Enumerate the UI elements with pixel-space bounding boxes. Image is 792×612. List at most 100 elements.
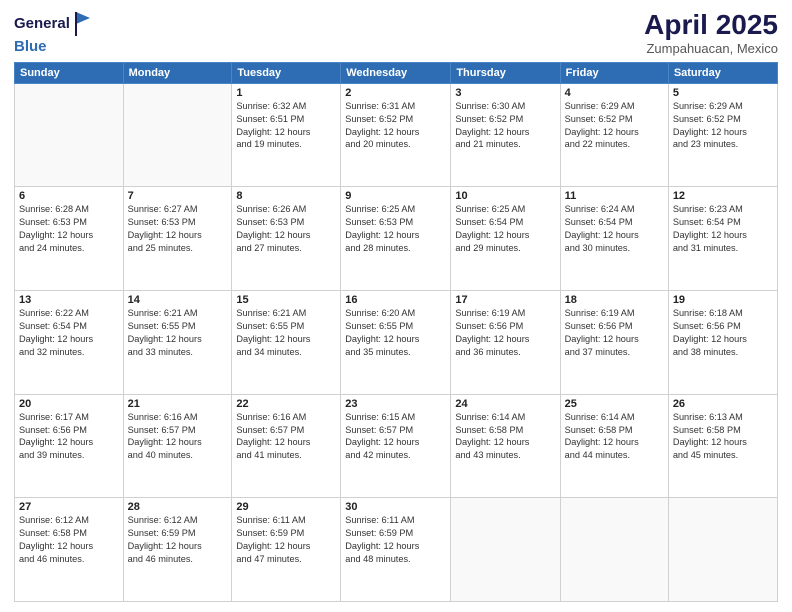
calendar-cell: 16Sunrise: 6:20 AMSunset: 6:55 PMDayligh… [341,291,451,395]
day-info: Sunrise: 6:19 AMSunset: 6:56 PMDaylight:… [455,307,555,359]
day-info: Sunrise: 6:28 AMSunset: 6:53 PMDaylight:… [19,203,119,255]
calendar-cell: 25Sunrise: 6:14 AMSunset: 6:58 PMDayligh… [560,394,668,498]
day-info: Sunrise: 6:14 AMSunset: 6:58 PMDaylight:… [455,411,555,463]
day-info: Sunrise: 6:19 AMSunset: 6:56 PMDaylight:… [565,307,664,359]
week-row-3: 20Sunrise: 6:17 AMSunset: 6:56 PMDayligh… [15,394,778,498]
week-row-1: 6Sunrise: 6:28 AMSunset: 6:53 PMDaylight… [15,187,778,291]
day-info: Sunrise: 6:21 AMSunset: 6:55 PMDaylight:… [128,307,228,359]
calendar-cell: 6Sunrise: 6:28 AMSunset: 6:53 PMDaylight… [15,187,124,291]
calendar-cell: 2Sunrise: 6:31 AMSunset: 6:52 PMDaylight… [341,83,451,187]
calendar-cell: 8Sunrise: 6:26 AMSunset: 6:53 PMDaylight… [232,187,341,291]
calendar-cell [451,498,560,602]
day-header-friday: Friday [560,62,668,83]
day-info: Sunrise: 6:11 AMSunset: 6:59 PMDaylight:… [345,514,446,566]
day-number: 12 [673,190,773,202]
day-header-wednesday: Wednesday [341,62,451,83]
title-area: April 2025 Zumpahuacan, Mexico [644,10,778,56]
day-number: 14 [128,294,228,306]
day-number: 23 [345,398,446,410]
week-row-4: 27Sunrise: 6:12 AMSunset: 6:58 PMDayligh… [15,498,778,602]
day-info: Sunrise: 6:16 AMSunset: 6:57 PMDaylight:… [128,411,228,463]
calendar-cell: 24Sunrise: 6:14 AMSunset: 6:58 PMDayligh… [451,394,560,498]
calendar-cell: 11Sunrise: 6:24 AMSunset: 6:54 PMDayligh… [560,187,668,291]
day-info: Sunrise: 6:14 AMSunset: 6:58 PMDaylight:… [565,411,664,463]
calendar-cell: 26Sunrise: 6:13 AMSunset: 6:58 PMDayligh… [668,394,777,498]
calendar-cell: 10Sunrise: 6:25 AMSunset: 6:54 PMDayligh… [451,187,560,291]
day-number: 7 [128,190,228,202]
week-row-2: 13Sunrise: 6:22 AMSunset: 6:54 PMDayligh… [15,291,778,395]
calendar-header-row: SundayMondayTuesdayWednesdayThursdayFrid… [15,62,778,83]
calendar-cell: 20Sunrise: 6:17 AMSunset: 6:56 PMDayligh… [15,394,124,498]
day-info: Sunrise: 6:13 AMSunset: 6:58 PMDaylight:… [673,411,773,463]
calendar-cell: 1Sunrise: 6:32 AMSunset: 6:51 PMDaylight… [232,83,341,187]
calendar-cell: 12Sunrise: 6:23 AMSunset: 6:54 PMDayligh… [668,187,777,291]
day-number: 22 [236,398,336,410]
day-info: Sunrise: 6:27 AMSunset: 6:53 PMDaylight:… [128,203,228,255]
calendar-cell [15,83,124,187]
calendar-cell: 4Sunrise: 6:29 AMSunset: 6:52 PMDaylight… [560,83,668,187]
day-number: 21 [128,398,228,410]
logo-blue: Blue [14,38,47,55]
calendar-cell: 28Sunrise: 6:12 AMSunset: 6:59 PMDayligh… [123,498,232,602]
calendar-cell: 18Sunrise: 6:19 AMSunset: 6:56 PMDayligh… [560,291,668,395]
day-info: Sunrise: 6:29 AMSunset: 6:52 PMDaylight:… [673,100,773,152]
day-number: 6 [19,190,119,202]
day-info: Sunrise: 6:26 AMSunset: 6:53 PMDaylight:… [236,203,336,255]
calendar-table: SundayMondayTuesdayWednesdayThursdayFrid… [14,62,778,602]
calendar-cell: 30Sunrise: 6:11 AMSunset: 6:59 PMDayligh… [341,498,451,602]
calendar-cell: 5Sunrise: 6:29 AMSunset: 6:52 PMDaylight… [668,83,777,187]
day-number: 15 [236,294,336,306]
calendar-cell: 27Sunrise: 6:12 AMSunset: 6:58 PMDayligh… [15,498,124,602]
day-number: 30 [345,501,446,513]
calendar-cell: 13Sunrise: 6:22 AMSunset: 6:54 PMDayligh… [15,291,124,395]
day-info: Sunrise: 6:16 AMSunset: 6:57 PMDaylight:… [236,411,336,463]
logo-flag-icon [72,10,92,38]
calendar-cell [560,498,668,602]
day-info: Sunrise: 6:15 AMSunset: 6:57 PMDaylight:… [345,411,446,463]
day-number: 28 [128,501,228,513]
calendar-cell: 14Sunrise: 6:21 AMSunset: 6:55 PMDayligh… [123,291,232,395]
calendar-cell: 17Sunrise: 6:19 AMSunset: 6:56 PMDayligh… [451,291,560,395]
day-header-thursday: Thursday [451,62,560,83]
day-info: Sunrise: 6:24 AMSunset: 6:54 PMDaylight:… [565,203,664,255]
location-subtitle: Zumpahuacan, Mexico [644,41,778,56]
day-info: Sunrise: 6:12 AMSunset: 6:58 PMDaylight:… [19,514,119,566]
day-info: Sunrise: 6:32 AMSunset: 6:51 PMDaylight:… [236,100,336,152]
logo-general: General [14,16,70,33]
day-info: Sunrise: 6:31 AMSunset: 6:52 PMDaylight:… [345,100,446,152]
day-number: 11 [565,190,664,202]
calendar-cell [668,498,777,602]
day-number: 13 [19,294,119,306]
day-header-saturday: Saturday [668,62,777,83]
calendar-cell [123,83,232,187]
day-info: Sunrise: 6:29 AMSunset: 6:52 PMDaylight:… [565,100,664,152]
day-info: Sunrise: 6:12 AMSunset: 6:59 PMDaylight:… [128,514,228,566]
week-row-0: 1Sunrise: 6:32 AMSunset: 6:51 PMDaylight… [15,83,778,187]
day-number: 18 [565,294,664,306]
day-number: 19 [673,294,773,306]
day-number: 2 [345,87,446,99]
day-number: 26 [673,398,773,410]
day-number: 29 [236,501,336,513]
day-info: Sunrise: 6:30 AMSunset: 6:52 PMDaylight:… [455,100,555,152]
day-info: Sunrise: 6:20 AMSunset: 6:55 PMDaylight:… [345,307,446,359]
day-number: 9 [345,190,446,202]
day-header-monday: Monday [123,62,232,83]
day-number: 1 [236,87,336,99]
day-number: 17 [455,294,555,306]
day-number: 10 [455,190,555,202]
day-info: Sunrise: 6:25 AMSunset: 6:53 PMDaylight:… [345,203,446,255]
calendar-cell: 15Sunrise: 6:21 AMSunset: 6:55 PMDayligh… [232,291,341,395]
calendar-cell: 21Sunrise: 6:16 AMSunset: 6:57 PMDayligh… [123,394,232,498]
calendar-cell: 22Sunrise: 6:16 AMSunset: 6:57 PMDayligh… [232,394,341,498]
day-header-sunday: Sunday [15,62,124,83]
day-number: 8 [236,190,336,202]
day-number: 27 [19,501,119,513]
calendar-cell: 3Sunrise: 6:30 AMSunset: 6:52 PMDaylight… [451,83,560,187]
day-info: Sunrise: 6:17 AMSunset: 6:56 PMDaylight:… [19,411,119,463]
calendar-cell: 23Sunrise: 6:15 AMSunset: 6:57 PMDayligh… [341,394,451,498]
day-info: Sunrise: 6:23 AMSunset: 6:54 PMDaylight:… [673,203,773,255]
calendar-cell: 7Sunrise: 6:27 AMSunset: 6:53 PMDaylight… [123,187,232,291]
day-number: 16 [345,294,446,306]
calendar-cell: 19Sunrise: 6:18 AMSunset: 6:56 PMDayligh… [668,291,777,395]
